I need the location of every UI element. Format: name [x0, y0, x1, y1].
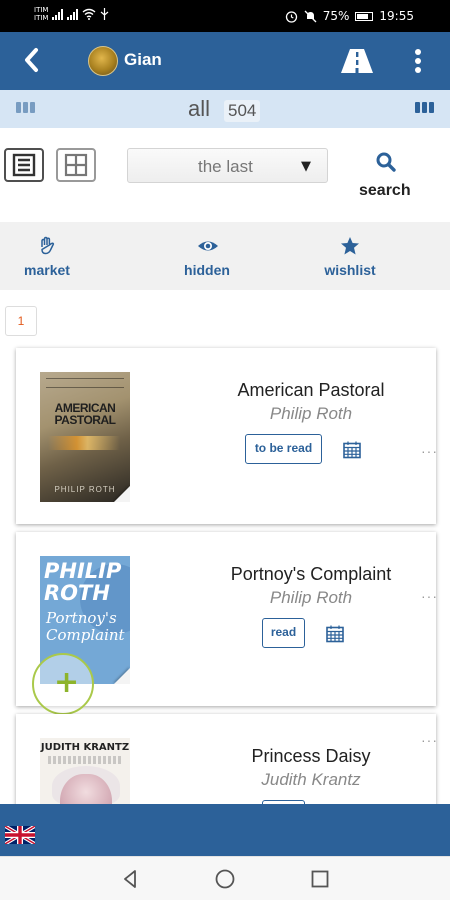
road-icon[interactable]: [340, 47, 374, 75]
user-name[interactable]: Gian: [124, 50, 162, 70]
signal-icon-2: [67, 8, 79, 20]
filter-label-market: market: [24, 262, 70, 278]
page-button-1[interactable]: 1: [5, 306, 37, 336]
clock: 19:55: [379, 9, 414, 23]
mute-icon: [304, 10, 317, 22]
footer-bar: [0, 804, 450, 856]
more-options-icon[interactable]: ···: [421, 588, 438, 604]
more-vertical-icon[interactable]: [408, 46, 428, 76]
list-view-button[interactable]: [4, 148, 44, 182]
eye-icon: [198, 241, 218, 251]
reading-status-button[interactable]: read: [262, 618, 305, 648]
search-button[interactable]: search: [359, 182, 411, 200]
plus-icon: +: [54, 665, 80, 700]
list-view-icon: [12, 153, 36, 177]
book-title[interactable]: American Pastoral: [206, 380, 416, 401]
book-author[interactable]: Philip Roth: [206, 404, 416, 424]
app-bar: Gian: [0, 32, 450, 90]
star-icon: [341, 237, 359, 255]
collection-count-bar: all 504: [0, 90, 450, 128]
calendar-icon[interactable]: [325, 624, 345, 644]
book-card[interactable]: AMERICAN PASTORAL PHILIP ROTH American P…: [16, 348, 438, 524]
filter-market[interactable]: market: [0, 222, 102, 290]
book-author[interactable]: Philip Roth: [206, 588, 416, 608]
book-author[interactable]: Judith Krantz: [206, 770, 416, 790]
cover-subtitle: Portnoy's Complaint: [46, 609, 125, 644]
status-left: ITIM ITIM: [34, 6, 109, 22]
usb-icon: [101, 8, 109, 20]
battery-icon: [355, 11, 374, 21]
cover-author: JUDITH KRANTZ: [40, 742, 130, 753]
collection-label: all: [188, 96, 211, 121]
filter-label-hidden: hidden: [184, 262, 230, 278]
sort-select[interactable]: the last ▼: [127, 148, 328, 183]
collection-count: 504: [224, 100, 261, 122]
wifi-icon: [83, 8, 96, 20]
add-book-button[interactable]: +: [32, 653, 94, 715]
signal-icon: [52, 8, 64, 20]
back-triangle-icon[interactable]: [118, 867, 142, 891]
hand-icon: [41, 236, 55, 255]
carrier-label-2: ITIM: [34, 14, 49, 22]
uk-flag-icon[interactable]: [5, 826, 35, 844]
carrier-label-1: ITIM: [34, 6, 49, 14]
avatar[interactable]: [88, 46, 118, 76]
filter-label-wishlist: wishlist: [324, 262, 376, 278]
book-cover[interactable]: AMERICAN PASTORAL PHILIP ROTH: [40, 372, 130, 502]
status-bar: ITIM ITIM 75% 19:55: [0, 0, 450, 32]
more-options-icon[interactable]: ···: [421, 443, 438, 459]
scroll-left-icon[interactable]: [16, 102, 35, 113]
filter-bar: market hidden wishlist: [0, 222, 450, 290]
scroll-right-icon[interactable]: [415, 102, 434, 113]
chevron-down-icon: ▼: [301, 159, 311, 174]
book-title[interactable]: Princess Daisy: [206, 746, 416, 767]
home-circle-icon[interactable]: [213, 867, 237, 891]
grid-view-icon: [64, 153, 88, 177]
book-title[interactable]: Portnoy's Complaint: [206, 564, 416, 585]
reading-status-button[interactable]: to be read: [245, 434, 322, 464]
system-nav-bar: [0, 856, 450, 900]
more-options-icon[interactable]: ···: [421, 732, 438, 748]
alarm-icon: [285, 10, 297, 23]
recents-square-icon[interactable]: [308, 867, 332, 891]
search-icon[interactable]: [375, 151, 397, 173]
sort-value: the last: [198, 157, 253, 176]
calendar-icon[interactable]: [342, 440, 362, 460]
filter-wishlist[interactable]: wishlist: [295, 222, 405, 290]
cover-title: PHILIP ROTH: [44, 559, 122, 605]
battery-percent: 75%: [322, 9, 350, 23]
back-arrow-icon[interactable]: [18, 45, 48, 75]
filter-hidden[interactable]: hidden: [152, 222, 262, 290]
grid-view-button[interactable]: [56, 148, 96, 182]
status-right: 75% 19:55: [285, 9, 414, 23]
cover-title: AMERICAN PASTORAL: [54, 401, 116, 427]
